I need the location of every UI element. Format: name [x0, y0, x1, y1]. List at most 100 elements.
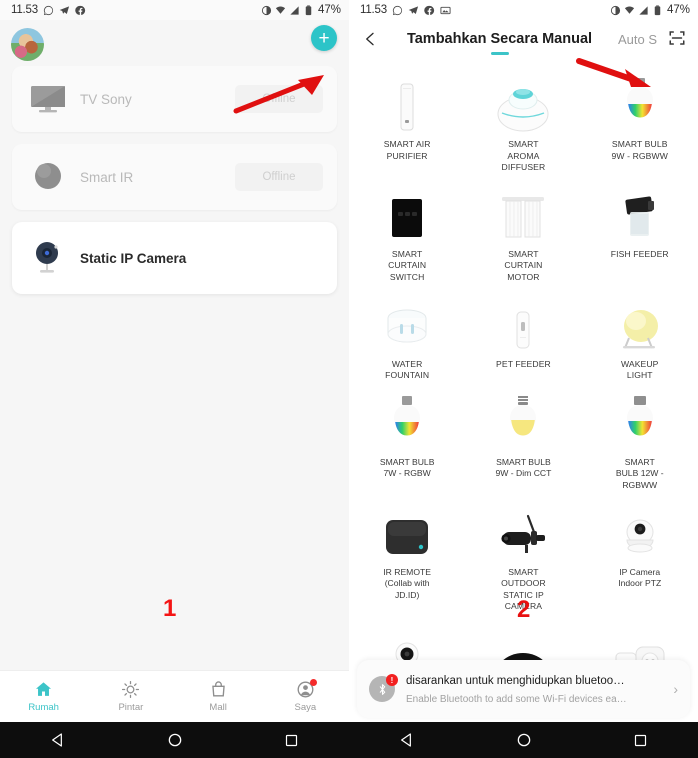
page-title: Tambahkan Secara Manual [381, 31, 618, 55]
back-triangle-icon[interactable] [399, 732, 415, 748]
screenshot-root: 11.53 47% + TV Sony Offline Smart IR Off… [0, 0, 698, 758]
device-tile-ir-remote[interactable]: IR REMOTE (Collab with JD.ID) [349, 492, 465, 613]
device-tile-wakeup-light[interactable]: WAKEUP LIGHT [582, 284, 698, 382]
bluetooth-banner-text: disarankan untuk menghidupkan bluetoo… E… [406, 671, 669, 707]
tab-label: Mall [209, 702, 227, 713]
device-tile-smart-bulb-7w-rgbw[interactable]: SMART BULB 7W - RGBW [349, 382, 465, 492]
recents-square-icon[interactable] [633, 733, 648, 748]
status-bar-left: 11.53 47% [0, 0, 349, 20]
device-tile-smart-bulb-12w-rgbww[interactable]: SMART BULB 12W - RGBWW [582, 382, 698, 492]
device-tile-water-fountain[interactable]: WATER FOUNTAIN [349, 284, 465, 382]
device-tile-label: SMART AROMA DIFFUSER [501, 139, 546, 173]
device-tile-label: SMART AIR PURIFIER [383, 139, 431, 161]
left-phone-screen: 11.53 47% + TV Sony Offline Smart IR Off… [0, 0, 349, 758]
device-tile-label: IR REMOTE (Collab with JD.ID) [383, 566, 432, 600]
device-card-smart-ir[interactable]: Smart IR Offline [12, 144, 337, 210]
device-tile-label: IP Camera Indoor PTZ [618, 566, 662, 589]
grid-row: SMART CURTAIN SWITCH SMART CURTAIN MOTOR FIS… [349, 174, 698, 284]
status-notification-icons [392, 5, 451, 16]
whatsapp-icon [392, 5, 402, 15]
outdoor-camera-icon [495, 498, 551, 560]
rgb-bulb-icon [390, 388, 424, 450]
smart-scene-icon [122, 680, 140, 699]
home-circle-icon[interactable] [516, 732, 532, 748]
curtain-switch-icon [386, 180, 428, 242]
chevron-left-icon[interactable] [359, 28, 381, 50]
device-tile-outdoor-static-ip-camera[interactable]: SMART OUTDOOR STATIC IP CAMERA [465, 492, 581, 613]
shopping-bag-icon [211, 681, 225, 697]
device-tile-label: SMART BULB 9W - RGBWW [611, 139, 668, 161]
device-tile-pet-feeder[interactable]: PET FEEDER [465, 284, 581, 382]
status-system-icons: 47% [610, 4, 690, 16]
add-device-button[interactable]: + [311, 25, 337, 51]
tab-label: Saya [294, 702, 317, 713]
fish-feeder-icon [618, 180, 662, 242]
right-phone-screen: 11.53 47% Tambahkan Secara Manual Auto S… [349, 0, 698, 758]
bluetooth-banner-title: disarankan untuk menghidupkan bluetoo… [406, 675, 625, 687]
auto-scan-label[interactable]: Auto S [618, 32, 662, 47]
device-tile-curtain-motor[interactable]: SMART CURTAIN MOTOR [465, 174, 581, 284]
device-tile-label: PET FEEDER [496, 358, 551, 369]
device-tile-label: SMART BULB 7W - RGBW [379, 456, 435, 479]
avatar[interactable] [11, 28, 44, 61]
cct-bulb-icon [506, 388, 540, 450]
status-time: 11.53 [360, 4, 387, 16]
status-time: 11.53 [11, 4, 38, 16]
grid-row: WATER FOUNTAIN PET FEEDER WAKEUP LIGHT [349, 284, 698, 382]
device-card-static-ip-camera[interactable]: Static IP Camera [12, 222, 337, 294]
battery-icon [654, 4, 661, 15]
android-nav-bar-left [0, 722, 349, 758]
device-tile-fish-feeder[interactable]: FISH FEEDER [582, 174, 698, 284]
bluetooth-icon-wrap: ! [369, 674, 398, 702]
tab-mall[interactable]: Mall [175, 671, 262, 722]
device-tile-label: SMART CURTAIN MOTOR [504, 248, 543, 282]
annotation-marker-1: 1 [163, 595, 177, 622]
device-tile-label: SMART BULB 9W - Dim CCT [495, 456, 552, 479]
tv-icon [26, 79, 70, 119]
tab-notification-badge [309, 679, 317, 686]
device-tile-air-purifier[interactable]: SMART AIR PURIFIER [349, 64, 465, 174]
water-fountain-icon [381, 290, 433, 352]
aroma-diffuser-icon [494, 70, 552, 132]
android-nav-bar-right [349, 722, 698, 758]
wifi-icon [624, 5, 635, 14]
back-triangle-icon[interactable] [50, 732, 66, 748]
curtain-motor-icon [499, 180, 547, 242]
home-circle-icon[interactable] [167, 732, 183, 748]
bottom-tab-bar: Rumah Pintar Mall Saya [0, 670, 349, 722]
qr-scan-icon[interactable] [668, 29, 688, 49]
bluetooth-suggestion-banner[interactable]: ! disarankan untuk menghidupkan bluetoo…… [357, 660, 690, 718]
telegram-icon [408, 5, 419, 14]
device-status-badge: Offline [235, 163, 323, 191]
device-tile-ip-camera-indoor-ptz[interactable]: IP Camera Indoor PTZ [582, 492, 698, 613]
title-underline [490, 52, 509, 55]
recents-square-icon[interactable] [284, 733, 299, 748]
pet-feeder-icon [512, 290, 534, 352]
page-title-text: Tambahkan Secara Manual [406, 31, 593, 47]
wifi-icon [275, 5, 286, 14]
battery-percent: 47% [666, 4, 690, 16]
annotation-arrow-to-add-button [233, 75, 324, 114]
tab-label: Rumah [28, 702, 59, 713]
telegram-icon [59, 5, 70, 14]
tab-saya[interactable]: Saya [262, 671, 349, 722]
eye-icon [261, 5, 272, 15]
device-tile-label: WAKEUP LIGHT [620, 358, 659, 381]
ptz-camera-icon [620, 498, 660, 560]
device-name: Static IP Camera [80, 250, 187, 266]
home-icon [36, 682, 52, 696]
tab-rumah[interactable]: Rumah [0, 671, 87, 722]
device-name: TV Sony [80, 91, 132, 107]
status-bar-right: 11.53 47% [349, 0, 698, 20]
chevron-right-icon[interactable]: › [669, 681, 678, 697]
tab-label: Pintar [118, 702, 144, 713]
facebook-icon [424, 5, 435, 15]
bluetooth-banner-subtitle: Enable Bluetooth to add some Wi-Fi devic… [406, 694, 627, 705]
ir-blaster-icon [26, 157, 70, 197]
grid-row: IR REMOTE (Collab with JD.ID) SMART OUTD… [349, 492, 698, 613]
device-tile-aroma-diffuser[interactable]: SMART AROMA DIFFUSER [465, 64, 581, 174]
eye-icon [610, 5, 621, 15]
device-tile-curtain-switch[interactable]: SMART CURTAIN SWITCH [349, 174, 465, 284]
device-tile-smart-bulb-9w-dim-cct[interactable]: SMART BULB 9W - Dim CCT [465, 382, 581, 492]
tab-pintar[interactable]: Pintar [87, 671, 174, 722]
